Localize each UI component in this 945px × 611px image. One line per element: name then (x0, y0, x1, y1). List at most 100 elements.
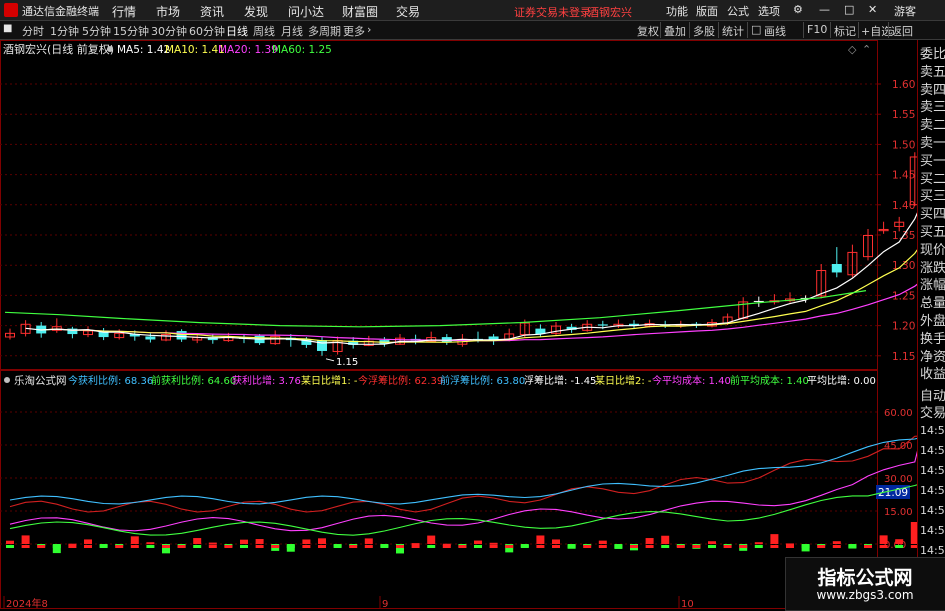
indicator-bar (645, 538, 654, 544)
tool-overlay[interactable]: 叠加 (664, 23, 686, 39)
watermark-title: 指标公式网 (817, 567, 913, 589)
app-logo-icon (4, 3, 18, 17)
login-alert[interactable]: 证券交易未登录 (514, 4, 591, 20)
toolbar-divider (803, 22, 804, 38)
maximize-icon[interactable]: □ (844, 3, 854, 16)
indicator-bar-base (474, 545, 482, 548)
diamond-icon[interactable]: ◇ (848, 43, 857, 56)
indicator-bar (427, 535, 436, 544)
indicator-bar-base (848, 545, 857, 548)
period-weekly[interactable]: 周线 (253, 23, 275, 39)
indicator-legend-4: 今浮筹比例: 62.39 (358, 374, 443, 387)
period-monthly[interactable]: 月线 (281, 23, 303, 39)
indicator-bar (240, 539, 248, 544)
indicator-settings-icon[interactable] (4, 377, 10, 383)
up-icon[interactable]: ⌃ (862, 43, 871, 56)
quote-field-label: 卖三 (920, 100, 945, 116)
indicator-legend-7: 某日比增2: - (595, 374, 652, 387)
tick-time: 14:56 (920, 504, 945, 517)
tool-back[interactable]: 返回 (891, 23, 913, 39)
indicator-bar-base (489, 545, 498, 548)
tool-mark[interactable]: 标记 (834, 23, 856, 39)
ma60-line (4, 290, 867, 328)
quote-field-label: 买三 (920, 189, 945, 205)
top-stock-name[interactable]: 酒钢宏兴 (588, 4, 632, 20)
auto-trade-label[interactable]: 交易 (920, 402, 945, 421)
indicator-bar-base (786, 545, 794, 548)
quote-field-label: 买二 (920, 171, 945, 187)
minimize-icon[interactable]: — (819, 3, 830, 16)
ma-legend-0: MA5: 1.42 (117, 44, 170, 56)
tick-time: 14:56 (920, 424, 945, 437)
menu-formula[interactable]: 公式 (727, 3, 749, 19)
quote-field-label: 外盘 (920, 314, 945, 329)
indicator-line-float-chip (9, 435, 917, 513)
menu-item-news[interactable]: 资讯 (200, 3, 224, 20)
menu-item-wealth[interactable]: 财富圈 (342, 3, 378, 20)
indicator-bar-base (458, 545, 467, 548)
tool-statistics[interactable]: 统计 (722, 23, 744, 39)
toolbar-divider (689, 22, 690, 38)
indicator-bar (6, 540, 14, 544)
period-60min[interactable]: 60分钟 (189, 23, 225, 39)
panel-toggle-icon[interactable]: ■ (3, 23, 12, 34)
indicator-bar-base (864, 545, 872, 548)
period-15min[interactable]: 15分钟 (113, 23, 149, 39)
menu-options[interactable]: 选项 (758, 3, 780, 19)
period-daily[interactable]: 日线 (226, 23, 248, 39)
quote-field-label: 总量 (920, 296, 945, 312)
menu-function[interactable]: 功能 (666, 3, 688, 19)
user-guest[interactable]: 游客 (894, 3, 916, 19)
indicator-legend-2: 获利比增: 3.76 (232, 374, 301, 387)
indicator-bar-base (286, 545, 295, 548)
period-5min[interactable]: 5分钟 (82, 23, 111, 39)
low-marker (325, 358, 335, 362)
tool-multi-stock[interactable]: 多股 (693, 23, 715, 39)
indicator-bar-base (723, 545, 732, 548)
indicator-bar-base (442, 545, 451, 548)
ma-settings-icon[interactable] (107, 46, 113, 52)
tool-draw-line[interactable]: 画线 (764, 23, 786, 39)
more-chevron-icon[interactable]: › (367, 23, 371, 36)
indicator-bar (708, 541, 716, 544)
indicator-axis-label: 30.00 (884, 474, 913, 485)
indicator-bar (536, 535, 545, 544)
quote-field-label: 现价 (920, 242, 945, 258)
menu-item-trade[interactable]: 交易 (396, 3, 420, 20)
indicator-bar (130, 536, 139, 544)
indicator-legend-3: 某日比增1: - (301, 374, 358, 387)
price-axis-label: 1.15 (892, 351, 915, 363)
candle-body-down (145, 336, 156, 340)
indicator-bar-base (645, 545, 654, 548)
indicator-bar-base (99, 545, 108, 548)
indicator-chart[interactable]: 60.0045.0030.0015.000.0021.09乐淘公式网 今获利比例:… (0, 370, 917, 609)
menu-item-ask[interactable]: 问小达 (288, 3, 324, 20)
period-tick[interactable]: 分时 (22, 23, 44, 39)
period-1min[interactable]: 1分钟 (50, 23, 79, 39)
indicator-bar-base (427, 545, 436, 548)
kline-chart[interactable]: 1.601.551.501.451.401.351.301.251.201.15… (0, 40, 917, 370)
toolbar-square-icon[interactable]: □ (751, 23, 761, 36)
indicator-line-profit-now (9, 437, 917, 505)
tool-fuquan[interactable]: 复权 (637, 23, 659, 39)
indicator-bar-base (240, 545, 248, 548)
indicator-bar-base (708, 545, 716, 548)
period-more[interactable]: 更多 (343, 23, 365, 39)
menu-item-market[interactable]: 市场 (156, 3, 180, 20)
period-30min[interactable]: 30分钟 (151, 23, 187, 39)
period-multi[interactable]: 多周期 (308, 23, 341, 39)
watermark-url: www.zbgs3.com (816, 588, 914, 602)
menu-item-market-quotes[interactable]: 行情 (112, 3, 136, 20)
toolbar-divider (660, 22, 661, 38)
tool-f10[interactable]: F10 (807, 23, 827, 36)
indicator-bar-base (801, 545, 810, 548)
indicator-bar (489, 542, 498, 545)
menu-item-discover[interactable]: 发现 (244, 3, 268, 20)
indicator-bar-base (162, 545, 170, 548)
menu-layout[interactable]: 版面 (696, 3, 718, 19)
indicator-line-profit-increase (9, 450, 917, 532)
indicator-bar-base (6, 545, 14, 548)
settings-icon[interactable]: ⚙ (793, 3, 803, 16)
close-icon[interactable]: ✕ (868, 3, 877, 16)
candle-body-down (176, 331, 187, 340)
